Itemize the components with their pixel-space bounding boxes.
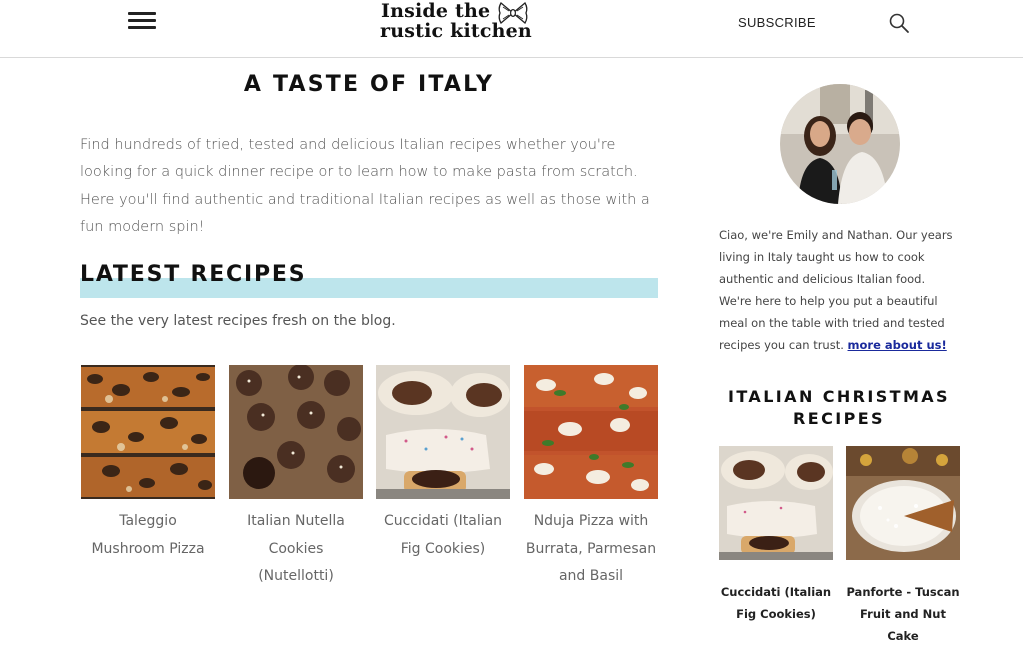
recipe-image[interactable] [229,365,363,499]
recipe-title[interactable]: Panforte - Tuscan Fruit and Nut Cake [846,581,960,647]
recipe-title[interactable]: Italian Nutella Cookies (Nutellotti) [229,508,363,591]
recipe-card[interactable]: Cuccidati (Italian Fig Cookies) [376,365,510,563]
site-header: Inside the rustic kitchen SUBSCRIBE [0,0,1023,58]
sidebar-recipe-card[interactable]: Cuccidati (Italian Fig Cookies) [719,446,833,625]
sidebar-recipe-card[interactable]: Panforte - Tuscan Fruit and Nut Cake [846,446,960,647]
latest-recipes-heading: LATEST RECIPES [80,258,658,300]
latest-recipes-title: LATEST RECIPES [80,262,307,287]
site-logo[interactable]: Inside the rustic kitchen [380,0,550,50]
recipe-image[interactable] [376,365,510,499]
latest-recipes-subtitle: See the very latest recipes fresh on the… [80,313,396,329]
recipe-title[interactable]: Cuccidati (Italian Fig Cookies) [376,508,510,563]
author-avatar [780,84,900,204]
search-icon[interactable] [888,12,910,34]
intro-paragraph: Find hundreds of tried, tested and delic… [80,137,650,235]
about-us-link[interactable]: more about us! [848,338,947,352]
page-title: A TASTE OF ITALY [243,72,495,97]
pasta-bow-icon [498,2,528,24]
recipe-card[interactable]: Nduja Pizza with Burrata, Parmesan and B… [524,365,658,591]
author-bio-text: Ciao, we're Emily and Nathan. Our years … [719,228,953,352]
recipe-image[interactable] [719,446,833,560]
recipe-card[interactable]: Italian Nutella Cookies (Nutellotti) [229,365,363,591]
logo-text-line1: Inside the [381,0,491,22]
recipe-title[interactable]: Nduja Pizza with Burrata, Parmesan and B… [524,508,658,591]
recipe-image[interactable] [81,365,215,499]
recipe-image[interactable] [524,365,658,499]
recipe-card[interactable]: Taleggio Mushroom Pizza [81,365,215,563]
recipe-title[interactable]: Taleggio Mushroom Pizza [81,508,215,563]
christmas-recipes-title: ITALIAN CHRISTMAS RECIPES [728,387,950,428]
subscribe-link[interactable]: SUBSCRIBE [738,15,816,30]
author-bio: Ciao, we're Emily and Nathan. Our years … [719,224,959,356]
recipe-image[interactable] [846,446,960,560]
hamburger-menu-icon[interactable] [128,12,156,34]
recipe-title[interactable]: Cuccidati (Italian Fig Cookies) [719,581,833,625]
